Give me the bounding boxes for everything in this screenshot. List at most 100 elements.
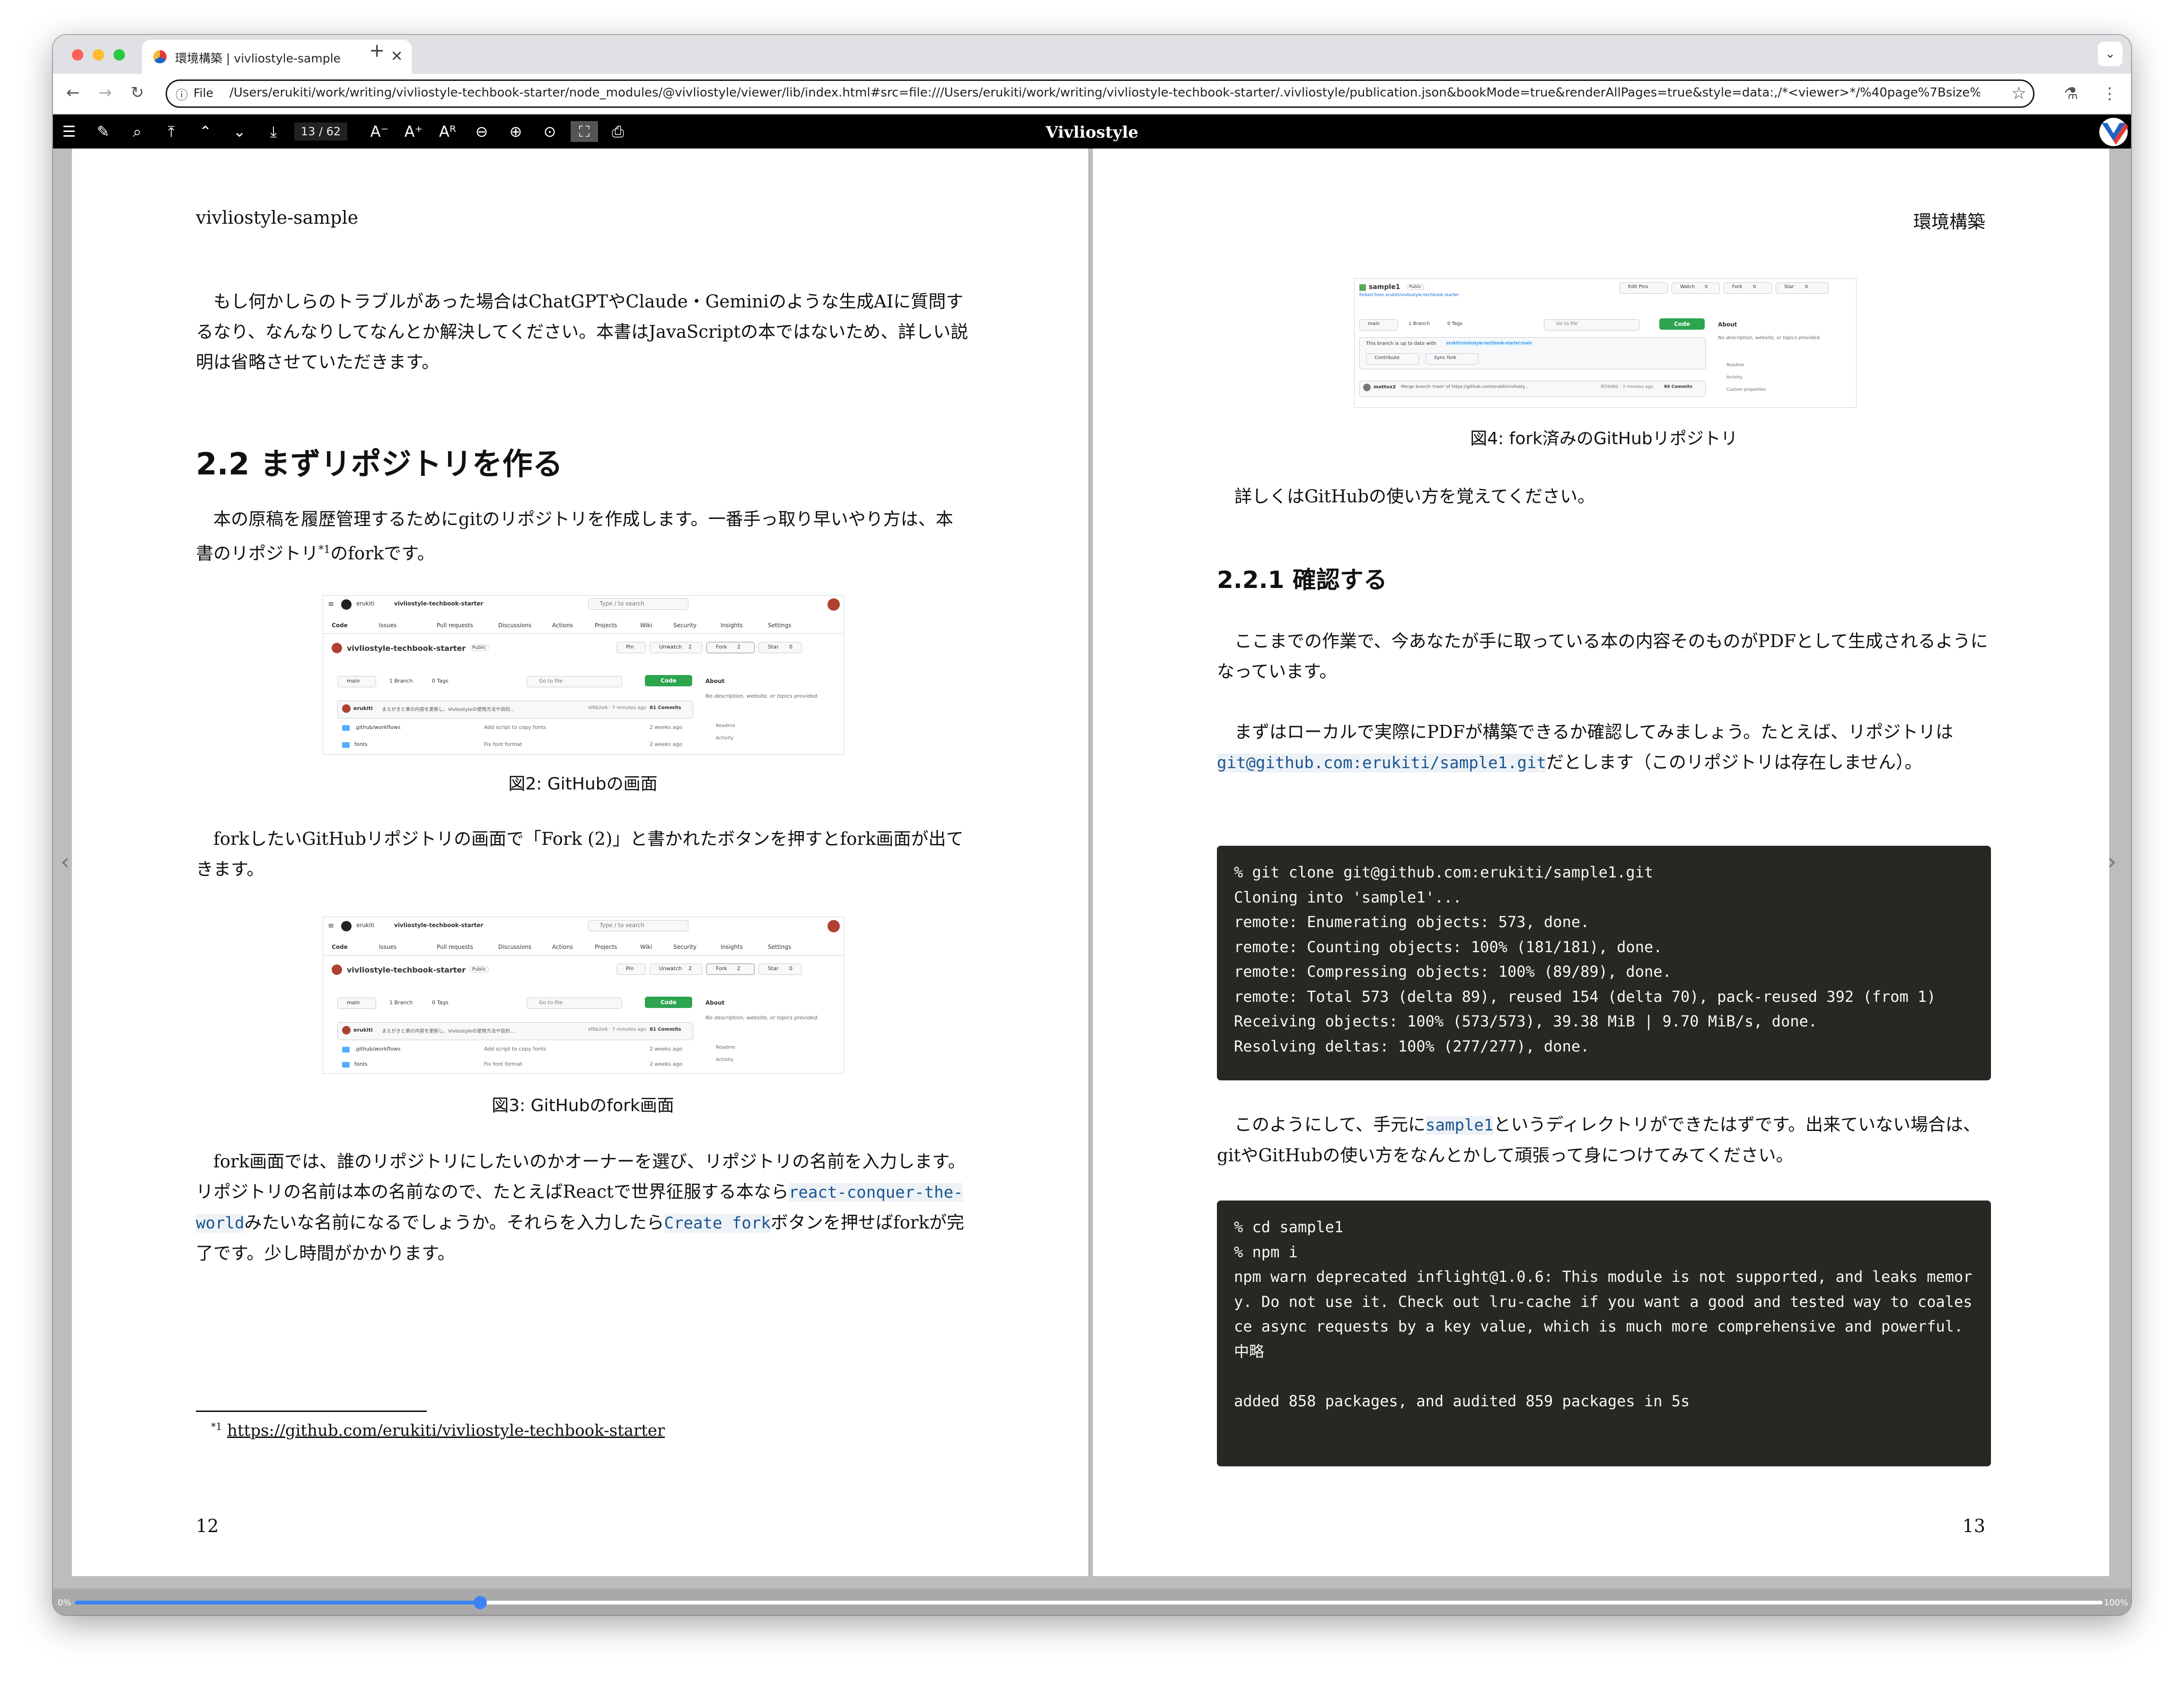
paragraph-text: みたいな名前になるでしょうか。それらを入力したら (244, 1212, 664, 1233)
tab-search-chevron-icon[interactable]: ⌄ (2098, 42, 2122, 66)
file-commit-msg: Add script to copy fonts (484, 1046, 546, 1052)
github-fork-screenshot-figure: ≡ erukiti vivliostyle-techbook-starter T… (323, 917, 844, 1074)
footnote-ref[interactable]: *1 (318, 543, 330, 556)
about-heading: About (705, 678, 725, 684)
tab-security: Security (673, 622, 697, 629)
repo-icon (1359, 284, 1366, 291)
paragraph-text: まずはローカルで実際にPDFが構築できるか確認してみましょう。たとえば、リポジト… (1234, 722, 1954, 742)
readme-link: Readme (716, 1045, 736, 1050)
repo-title: vivliostyle-techbook-starter (347, 965, 466, 974)
star-button (1776, 282, 1829, 294)
footnote-link[interactable]: https://github.com/erukiti/vivliostyle-t… (227, 1421, 665, 1440)
figure-caption: 図2: GitHubの画面 (508, 774, 658, 794)
hamburger-icon: ≡ (328, 599, 335, 608)
vivliostyle-favicon-icon (153, 50, 167, 63)
omnibox-scheme-label: File (194, 86, 213, 100)
owner-avatar (332, 643, 342, 653)
tab-wiki: Wiki (640, 944, 652, 950)
tab-code: Code (332, 622, 348, 629)
fork-button (1724, 282, 1772, 294)
repo-owner: erukiti (356, 600, 375, 607)
hamburger-icon: ≡ (328, 921, 335, 930)
minimize-window-button[interactable] (93, 49, 104, 61)
branch-count: 1 Branch (389, 999, 413, 1006)
paragraph: ここまでの作業で、今あなたが手に取っている本の内容そのものがPDFとして生成され… (1217, 631, 1988, 682)
github-forked-repo-screenshot-figure: sample1 Public forked from erukiti/vivli… (1354, 278, 1857, 408)
progress-end-label: 100% (2104, 1598, 2128, 1608)
paragraph: まずはローカルで実際にPDFが構築できるか確認してみましょう。たとえば、リポジト… (1217, 717, 1991, 778)
fork-button (706, 964, 755, 975)
paragraph: もし何かしらのトラブルがあった場合はChatGPTやClaude・Geminiの… (196, 291, 969, 372)
pin-label: Pin (626, 965, 634, 972)
inline-code: git@github.com:erukiti/sample1.git (1217, 754, 1546, 772)
tab-discussions: Discussions (498, 622, 532, 629)
tab-settings: Settings (768, 622, 792, 629)
vivliostyle-toolbar: ☰ ✎ ⌕ ⤒ ⌃ ⌄ ⤓ 13 / 62 A⁻ A⁺ Aᴿ ⊖ ⊕ ⊙ ⛶ ⎙… (53, 114, 2131, 149)
commit-hash: 9f29d82 · 3 minutes ago (1601, 385, 1653, 389)
star-button (758, 642, 802, 653)
unwatch-label: Unwatch (659, 644, 682, 650)
new-tab-button[interactable]: + (369, 40, 385, 61)
back-icon[interactable]: ← (66, 83, 80, 102)
watch-button (1672, 282, 1720, 294)
file-age: 2 weeks ago (650, 1046, 683, 1052)
close-window-button[interactable] (72, 49, 83, 61)
visibility-badge: Public (470, 645, 489, 651)
figure-caption: 図3: GitHubのfork画面 (492, 1096, 674, 1115)
reload-icon[interactable]: ↻ (131, 83, 144, 102)
about-heading: About (705, 999, 725, 1006)
tab-issues: Issues (379, 622, 397, 629)
user-avatar (828, 920, 840, 932)
readme-link: Readme (716, 723, 736, 728)
paragraph: このようにして、手元にsample1というディレクトリができたはずです。出来てい… (1217, 1110, 1991, 1171)
labs-flask-icon[interactable]: ⚗ (2064, 84, 2078, 103)
menu-kebab-icon[interactable]: ⋮ (2102, 84, 2118, 103)
commit-message: まえがきと章の内容を更新し、Vivliostyleの使用方法や目的... (382, 707, 515, 712)
url-text[interactable]: /Users/erukiti/work/writing/vivliostyle-… (229, 86, 1980, 100)
contribute-label: Contribute (1374, 355, 1400, 360)
progress-slider-handle[interactable] (474, 1596, 487, 1609)
about-heading: About (1718, 321, 1737, 328)
tab-title: 環境構築 | vivliostyle-sample (175, 52, 341, 65)
paragraph: fork画面では、誰のリポジトリにしたいのかオーナーを選び、リポジトリの名前を入… (196, 1147, 970, 1269)
tab-pull-requests: Pull requests (437, 944, 473, 950)
paragraph-text: 本の原稿を履歴管理するためにgitのリポジトリを作成します。一番手っ取り早いやり… (196, 509, 953, 564)
forward-icon[interactable]: → (98, 83, 112, 102)
tag-count: 0 Tags (432, 999, 449, 1006)
fork-label: Fork (716, 965, 727, 972)
star-label: Star (768, 644, 779, 650)
commit-avatar (342, 704, 351, 713)
fork-label: Fork (716, 644, 727, 650)
code-block: % cd sample1 % npm i npm warn deprecated… (1217, 1201, 1991, 1466)
file-commit-msg: Fix font format (484, 1061, 522, 1067)
commit-avatar (342, 1026, 351, 1034)
progress-start-label: 0% (58, 1598, 71, 1608)
bookmark-star-icon[interactable]: ☆ (2011, 84, 2026, 103)
folder-icon (342, 725, 350, 731)
code-button: Code (645, 675, 692, 686)
right-page: 環境構築 sample1 Public forked from erukiti/… (1093, 149, 2109, 1576)
owner-avatar (332, 964, 342, 975)
paragraph: 本の原稿を履歴管理するためにgitのリポジトリを作成します。一番手っ取り早いやり… (196, 504, 970, 569)
figure-caption: 図4: fork済みのGitHubリポジトリ (1470, 429, 1738, 448)
star-count: 0 (789, 965, 793, 972)
vivliostyle-logo-icon (2099, 118, 2128, 146)
left-page: vivliostyle-sample もし何かしらのトラブルがあった場合はCha… (72, 149, 1088, 1576)
tab-wiki: Wiki (640, 622, 652, 629)
subsection-heading: 2.2.1 確認する (1217, 566, 1387, 594)
zoom-window-button[interactable] (114, 49, 125, 61)
branch-status: This branch is up to date with (1366, 341, 1436, 346)
file-name: fonts (354, 741, 368, 747)
omnibox[interactable]: ⓘ File /Users/erukiti/work/writing/vivli… (166, 79, 2034, 108)
tab-insights: Insights (721, 944, 743, 950)
reading-progress-bar: 0% 100% (53, 1588, 2131, 1615)
info-icon[interactable]: ⓘ (176, 86, 188, 103)
commit-count: 81 Commits (650, 1027, 681, 1032)
prev-spread-arrow-icon[interactable]: ‹ (61, 849, 70, 875)
close-tab-icon[interactable]: × (390, 46, 403, 64)
file-commit-msg: Fix font format (484, 741, 522, 747)
github-logo-icon (341, 599, 352, 610)
file-age: 2 weeks ago (650, 724, 683, 730)
branch-count: 1 Branch (389, 678, 413, 684)
folder-icon (342, 742, 350, 748)
